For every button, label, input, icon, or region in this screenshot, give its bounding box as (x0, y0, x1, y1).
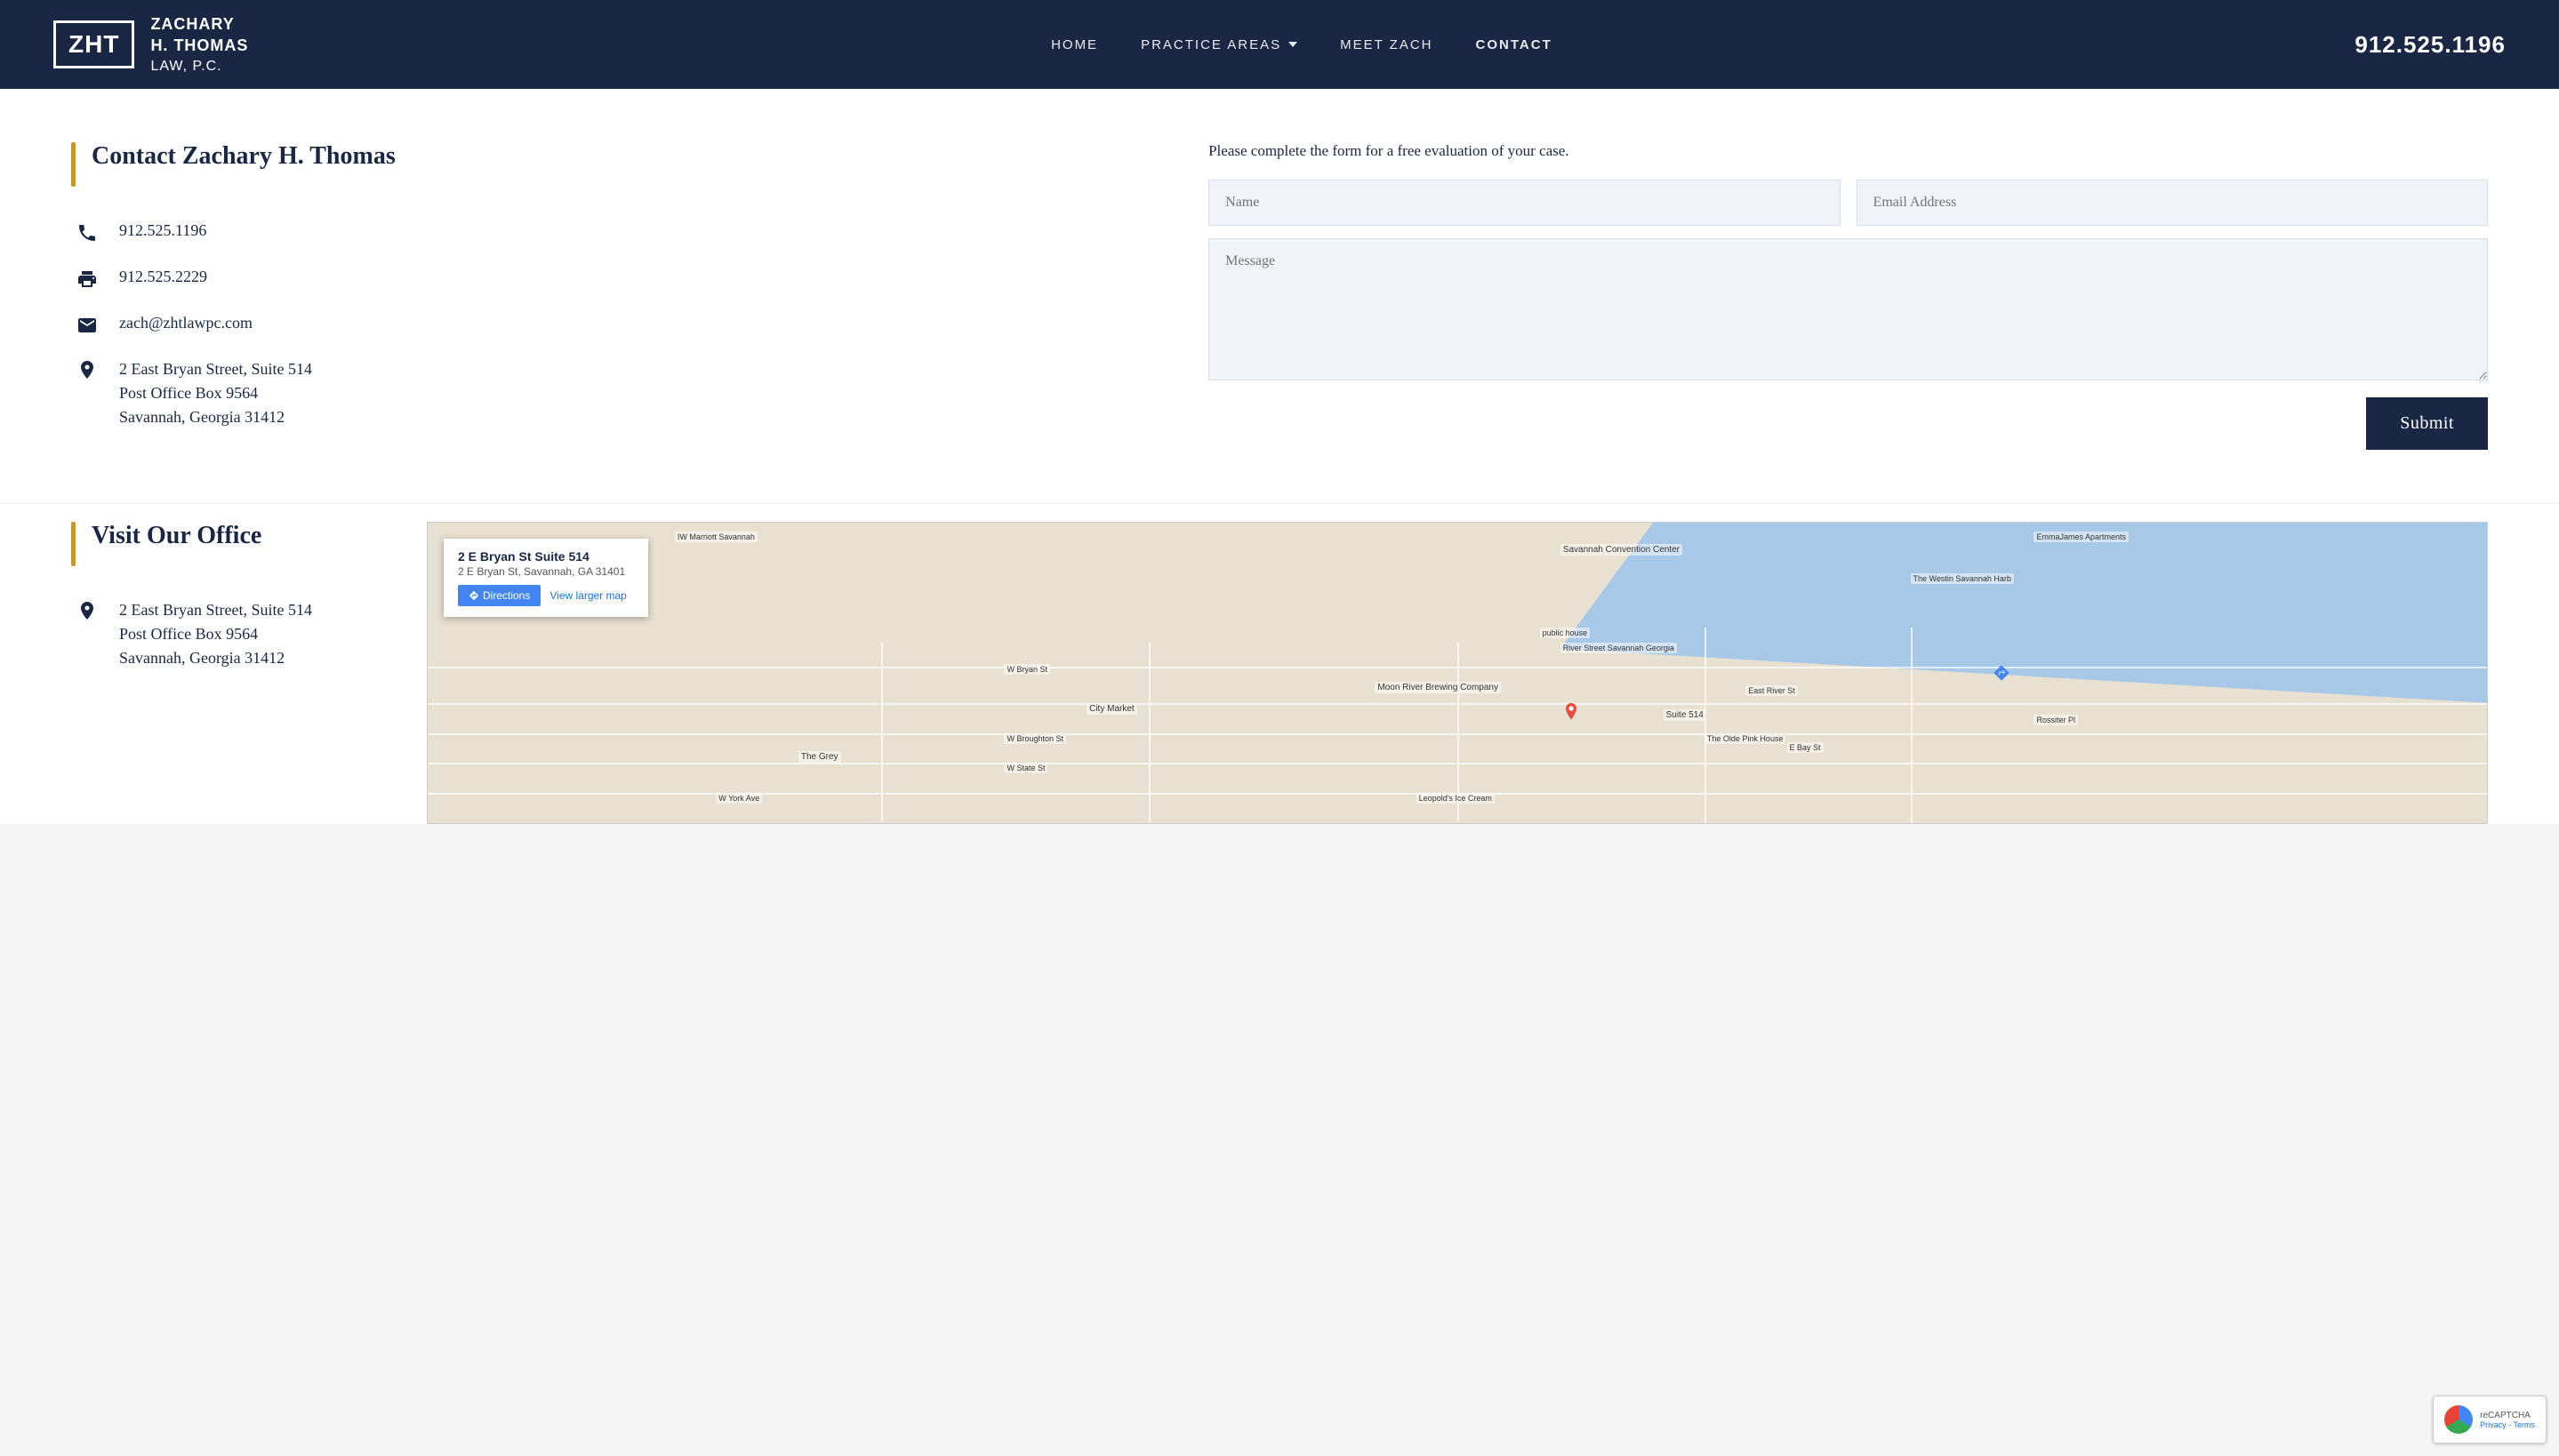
visit-location-icon (75, 600, 100, 625)
map-label-grey: The Grey (798, 751, 841, 763)
recaptcha-text-block: reCAPTCHA Privacy - Terms (2480, 1411, 2535, 1429)
map-container[interactable]: IW Marriott Savannah Savannah Convention… (427, 522, 2488, 824)
map-col: IW Marriott Savannah Savannah Convention… (427, 522, 2488, 824)
visit-address-row: 2 East Bryan Street, Suite 514 Post Offi… (75, 598, 373, 670)
map-pin[interactable] (1560, 703, 1582, 724)
contact-title: Contact Zachary H. Thomas (92, 142, 396, 171)
map-label-pink-house: The Olde Pink House (1705, 733, 1786, 744)
visit-title: Visit Our Office (92, 522, 261, 550)
map-popup-actions: Directions View larger map (458, 585, 634, 606)
email-input[interactable] (1857, 180, 2488, 226)
message-textarea[interactable] (1208, 238, 2488, 380)
phone-number: 912.525.1196 (119, 219, 206, 243)
road-v1 (881, 643, 883, 823)
map-label-eriver: East River St (1745, 685, 1798, 696)
phone-row: 912.525.1196 (75, 219, 1137, 245)
form-submit-row: Submit (1208, 397, 2488, 450)
main-nav: HOME PRACTICE AREAS MEET ZACH CONTACT (1051, 37, 1552, 52)
site-header: ZHT ZACHARY H. THOMAS LAW, P.C. HOME PRA… (0, 0, 2559, 89)
visit-section: Visit Our Office 2 East Bryan Street, Su… (0, 503, 2559, 824)
nav-practice-areas[interactable]: PRACTICE AREAS (1141, 37, 1297, 52)
logo-box: ZHT (53, 20, 134, 68)
contact-details: 912.525.1196 912.525.2229 zach@zht (75, 219, 1137, 429)
map-popup-title: 2 E Bryan St Suite 514 (458, 549, 634, 564)
map-popup-address: 2 E Bryan St, Savannah, GA 31401 (458, 565, 634, 578)
map-label-river-street: River Street Savannah Georgia (1560, 643, 1677, 653)
fax-number: 912.525.2229 (119, 265, 207, 289)
road-v5 (1911, 628, 1913, 823)
fax-icon (75, 267, 100, 292)
map-label-wbroughton: W Broughton St (1004, 733, 1066, 744)
gold-bar (71, 142, 76, 187)
map-directions-button[interactable]: Directions (458, 585, 541, 606)
visit-address-text: 2 East Bryan Street, Suite 514 Post Offi… (119, 598, 312, 670)
location-icon (75, 359, 100, 384)
form-name-email-row (1208, 180, 2488, 226)
map-label-ebay: E Bay St (1787, 742, 1824, 753)
map-label-rossiter: Rossiter Pl (2034, 715, 2078, 725)
contact-heading: Contact Zachary H. Thomas (71, 142, 1137, 187)
map-view-larger-link[interactable]: View larger map (550, 589, 626, 602)
name-input[interactable] (1208, 180, 1840, 226)
map-label-wbryan: W Bryan St (1004, 664, 1050, 675)
nav-meet-zach[interactable]: MEET ZACH (1340, 37, 1432, 52)
recaptcha-badge: reCAPTCHA Privacy - Terms (2433, 1396, 2547, 1444)
road-v4 (1705, 628, 1706, 823)
office-address: 2 East Bryan Street, Suite 514 Post Offi… (119, 357, 312, 429)
recaptcha-logo (2444, 1405, 2473, 1434)
phone-icon (75, 220, 100, 245)
road-v2 (1149, 643, 1151, 823)
map-label-leopolds: Leopold's Ice Cream (1416, 793, 1495, 804)
dropdown-caret (1288, 42, 1297, 47)
main-content: Contact Zachary H. Thomas 912.525.1196 (0, 89, 2559, 503)
form-intro: Please complete the form for a free eval… (1208, 142, 2488, 160)
map-label-public-house: public house (1540, 628, 1591, 638)
fax-row: 912.525.2229 (75, 265, 1137, 292)
map-label-city-market: City Market (1087, 703, 1137, 715)
map-label-emmajames: EmmaJames Apartments (2034, 532, 2129, 542)
submit-button[interactable]: Submit (2366, 397, 2488, 450)
map-popup: 2 E Bryan St Suite 514 2 E Bryan St, Sav… (444, 539, 648, 617)
email-icon (75, 313, 100, 338)
visit-heading: Visit Our Office (71, 522, 373, 566)
header-phone: 912.525.1196 (2354, 31, 2506, 59)
map-label-marriott: IW Marriott Savannah (675, 532, 758, 542)
map-label-moon-river: Moon River Brewing Company (1375, 682, 1501, 693)
email-row: zach@zhtlawpc.com (75, 311, 1137, 338)
logo-text: ZACHARY H. THOMAS LAW, P.C. (150, 13, 248, 76)
map-label-wstate: W State St (1004, 763, 1047, 773)
map-label-suite514: Suite 514 (1664, 709, 1706, 721)
visit-address-block: 2 East Bryan Street, Suite 514 Post Offi… (75, 598, 373, 670)
contact-info-col: Contact Zachary H. Thomas 912.525.1196 (71, 142, 1137, 450)
map-label-convention: Savannah Convention Center (1560, 544, 1682, 556)
map-label-westin: The Westin Savannah Harb (1911, 573, 2014, 584)
address-row: 2 East Bryan Street, Suite 514 Post Offi… (75, 357, 1137, 429)
logo-area[interactable]: ZHT ZACHARY H. THOMAS LAW, P.C. (53, 13, 248, 76)
contact-form-col: Please complete the form for a free eval… (1208, 142, 2488, 450)
email-address: zach@zhtlawpc.com (119, 311, 253, 335)
map-label-wyork: W York Ave (716, 793, 762, 804)
visit-col: Visit Our Office 2 East Bryan Street, Su… (71, 522, 373, 670)
nav-contact[interactable]: CONTACT (1476, 37, 1552, 52)
visit-gold-bar (71, 522, 76, 566)
map-direction-icon (1993, 664, 2010, 682)
nav-home[interactable]: HOME (1051, 37, 1098, 52)
